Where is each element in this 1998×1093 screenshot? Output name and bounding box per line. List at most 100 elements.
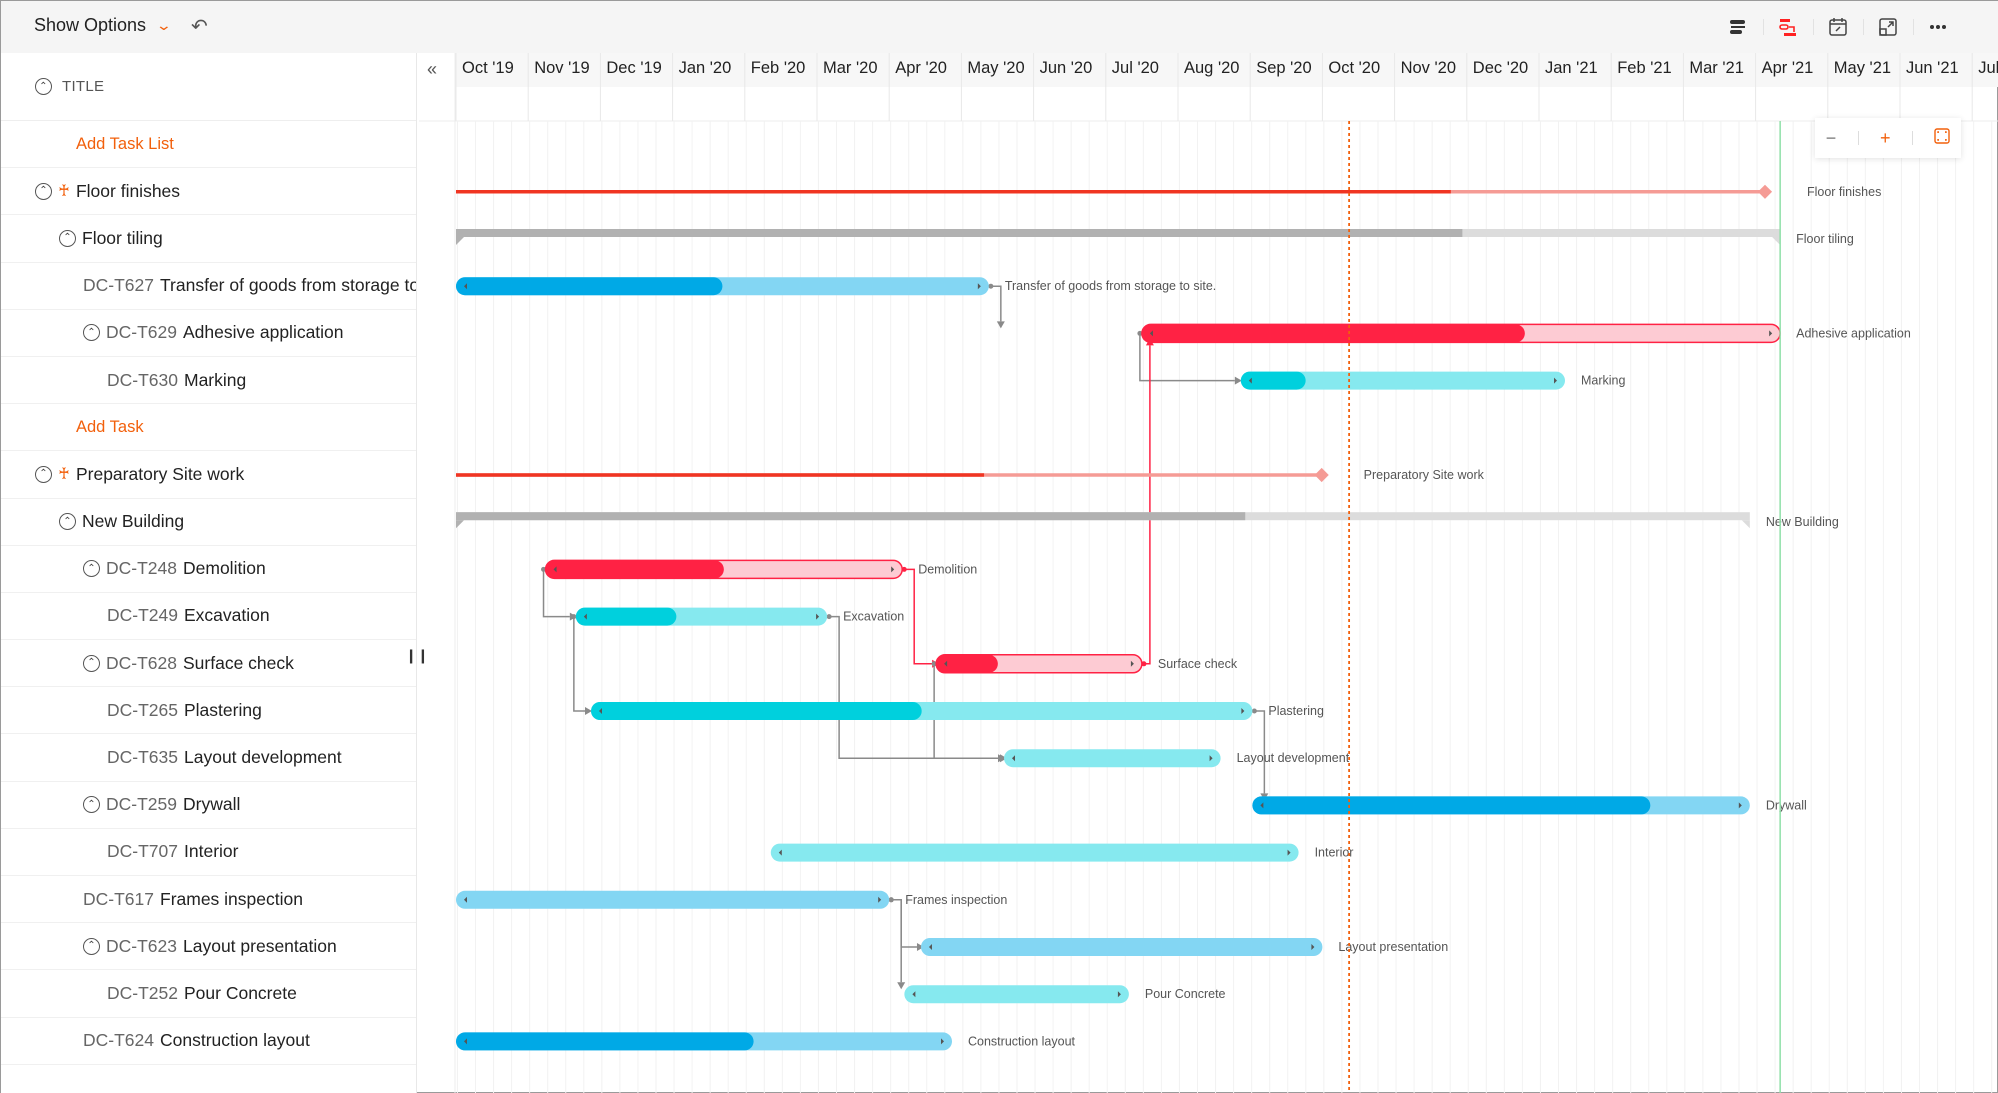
- dependency-connector: [891, 899, 902, 983]
- add-link[interactable]: Add Task: [1, 404, 416, 452]
- collapse-icon[interactable]: ⌃: [83, 937, 100, 955]
- task-row[interactable]: DC-T617 Frames inspection: [1, 876, 416, 924]
- gantt-chart-area: Floor finishes Floor tiling Transfer of go…: [419, 53, 1998, 1093]
- row-label: Add Task: [76, 417, 144, 436]
- show-options-dropdown[interactable]: Show Options ⌄: [34, 15, 173, 36]
- gantt-bar-floor-finishes[interactable]: Floor finishes: [456, 184, 1881, 199]
- gantt-bar-layout-development[interactable]: Layout development: [1003, 749, 1350, 768]
- bar-label: Floor tiling: [1796, 232, 1854, 246]
- dependency-arrow: [897, 982, 906, 990]
- more-icon[interactable]: [1913, 13, 1963, 41]
- row-label: Interior: [184, 841, 239, 862]
- month-label: Jul '20: [1111, 59, 1159, 77]
- bar-label: Demolition: [918, 562, 977, 576]
- collapse-icon[interactable]: ⌃: [59, 229, 76, 247]
- task-row[interactable]: DC-T252 Pour Concrete: [1, 970, 416, 1018]
- task-row[interactable]: DC-T624 Construction layout: [1, 1018, 416, 1065]
- gantt-bar-pour-concrete[interactable]: Pour Concrete: [904, 985, 1226, 1004]
- bar-label: Interior: [1315, 846, 1354, 860]
- task-bar-progress: [575, 607, 677, 626]
- task-row[interactable]: ⌃ DC-T259 Drywall: [1, 782, 416, 829]
- collapse-all-icon[interactable]: ⌃: [35, 78, 52, 95]
- gantt-bar-frames-inspection[interactable]: Frames inspection: [456, 890, 1007, 909]
- task-bar-track: [920, 938, 1323, 956]
- collapse-icon[interactable]: ⌃: [35, 182, 52, 200]
- gantt-bar-preparatory-site-work[interactable]: Preparatory Site work: [456, 467, 1485, 483]
- bar-label: Surface check: [1158, 657, 1238, 671]
- collapse-icon[interactable]: ⌃: [35, 465, 52, 483]
- task-list-row[interactable]: ⌃ ♰ Preparatory Site work: [1, 451, 416, 499]
- show-options-label: Show Options: [34, 15, 147, 35]
- month-label: Oct '20: [1328, 59, 1381, 77]
- row-label: Add Task List: [76, 134, 174, 153]
- gantt-bar-adhesive-application[interactable]: Adhesive application: [1141, 323, 1911, 344]
- expand-icon[interactable]: [1863, 13, 1913, 41]
- gantt-bar-plastering[interactable]: Plastering: [591, 702, 1324, 720]
- bar-label: Preparatory Site work: [1364, 468, 1485, 482]
- task-row[interactable]: DC-T627 Transfer of goods from storage to…: [1, 263, 416, 310]
- chevron-down-icon: ⌄: [155, 17, 173, 33]
- row-label: Demolition: [183, 558, 266, 579]
- collapse-icon[interactable]: ⌃: [83, 796, 100, 814]
- group-start-cap: [456, 520, 464, 529]
- undo-icon[interactable]: ↶: [191, 14, 208, 39]
- gantt-bar-layout-presentation[interactable]: Layout presentation: [920, 938, 1448, 956]
- collapse-icon[interactable]: ⌃: [83, 654, 100, 672]
- row-label: Layout presentation: [183, 935, 337, 956]
- task-row[interactable]: ⌃ DC-T628 Surface check: [1, 640, 416, 688]
- dependency-connector: [891, 899, 917, 948]
- gantt-bar-new-building[interactable]: New Building: [456, 512, 1839, 529]
- add-link[interactable]: Add Task List: [1, 121, 416, 169]
- group-end-cap: [1772, 237, 1781, 245]
- task-row[interactable]: DC-T635 Layout development: [1, 734, 416, 782]
- month-label: Sep '20: [1256, 59, 1312, 77]
- task-bars-icon[interactable]: [1713, 13, 1763, 41]
- bar-label: Frames inspection: [905, 893, 1007, 907]
- gantt-bar-excavation[interactable]: Excavation: [575, 607, 904, 626]
- calendar-edit-icon[interactable]: [1813, 13, 1863, 41]
- dependency-arrow: [996, 321, 1005, 329]
- task-id: DC-T259: [106, 794, 177, 815]
- row-label: Marking: [184, 369, 247, 390]
- task-id: DC-T628: [106, 652, 177, 673]
- gantt-bar-floor-tiling[interactable]: Floor tiling: [456, 229, 1854, 246]
- critical-path-icon[interactable]: [1763, 13, 1813, 41]
- task-id: DC-T249: [107, 605, 178, 626]
- task-row[interactable]: ⌃ DC-T623 Layout presentation: [1, 923, 416, 971]
- zoom-out-button[interactable]: −: [1826, 128, 1837, 149]
- month-label: Nov '20: [1400, 59, 1457, 77]
- task-bar-progress: [1252, 796, 1651, 815]
- collapse-icon[interactable]: ⌃: [83, 324, 100, 342]
- row-label: Pour Concrete: [184, 982, 297, 1003]
- task-row[interactable]: ⌃ DC-T629 Adhesive application: [1, 310, 416, 357]
- collapse-icon[interactable]: ⌃: [83, 560, 100, 578]
- task-bar-progress: [545, 560, 724, 579]
- gantt-bar-drywall[interactable]: Drywall: [1252, 796, 1807, 815]
- timeline-header: Oct '19 Nov '19 Dec '19 Jan '20 Feb '20 Mar '…: [419, 53, 1998, 87]
- gantt-bar-surface-check[interactable]: Surface check: [935, 654, 1238, 674]
- milestone-diamond: [1314, 467, 1329, 483]
- fit-to-screen-icon[interactable]: [1934, 127, 1950, 149]
- task-row[interactable]: DC-T249 Excavation: [1, 593, 416, 641]
- gantt-bar-marking[interactable]: Marking: [1240, 371, 1626, 390]
- task-row[interactable]: ⌃ DC-T248 Demolition: [1, 546, 416, 593]
- month-label: Dec '20: [1472, 59, 1529, 77]
- task-row[interactable]: DC-T707 Interior: [1, 829, 416, 876]
- task-bar-track: [770, 843, 1299, 862]
- gantt-bar-interior[interactable]: Interior: [770, 843, 1354, 862]
- zoom-in-button[interactable]: +: [1880, 128, 1891, 149]
- group-progress: [456, 229, 1463, 237]
- task-row[interactable]: DC-T265 Plastering: [1, 687, 416, 735]
- task-row[interactable]: ⌃ Floor tiling: [1, 215, 416, 263]
- task-row[interactable]: DC-T630 Marking: [1, 357, 416, 405]
- dependency-anchor: [826, 614, 832, 620]
- task-bar-progress: [456, 1032, 754, 1051]
- task-row[interactable]: ⌃ New Building: [1, 499, 416, 546]
- task-id: DC-T635: [107, 747, 178, 768]
- gantt-bar-transfer-of-goods-from-storage-to-site-[interactable]: Transfer of goods from storage to site.: [456, 277, 1216, 296]
- gantt-bar-construction-layout[interactable]: Construction layout: [456, 1032, 1076, 1051]
- task-list-row[interactable]: ⌃ ♰ Floor finishes: [1, 168, 416, 216]
- task-bar-progress: [591, 702, 922, 720]
- collapse-icon[interactable]: ⌃: [59, 513, 76, 531]
- title-column-label: TITLE: [62, 78, 105, 95]
